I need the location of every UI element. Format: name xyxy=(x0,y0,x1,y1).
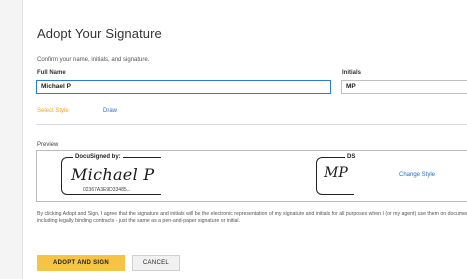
tab-draw[interactable]: Draw xyxy=(103,108,117,114)
full-name-input[interactable]: Michael P xyxy=(36,80,331,94)
signature-id: 02367A3E9D33485... xyxy=(81,187,133,193)
tab-select-style[interactable]: Select Style xyxy=(37,108,69,114)
legal-disclaimer: By clicking Adopt and Sign, I agree that… xyxy=(37,211,467,224)
adopt-signature-dialog: Adopt Your Signature Confirm your name, … xyxy=(22,0,467,279)
signature-image: Michael P xyxy=(71,165,155,184)
dialog-subtitle: Confirm your name, initials, and signatu… xyxy=(37,57,150,63)
change-style-link[interactable]: Change Style xyxy=(399,172,435,178)
dialog-title: Adopt Your Signature xyxy=(37,26,162,41)
signature-preview[interactable]: DocuSigned by: Michael P 02367A3E9D33485… xyxy=(36,150,467,202)
initials-input[interactable]: MP xyxy=(341,80,467,94)
initials-label: Initials xyxy=(342,70,362,76)
tabs-divider xyxy=(36,124,467,125)
preview-label: Preview xyxy=(37,142,59,148)
initials-image: MP xyxy=(324,165,348,181)
initials-header: DS xyxy=(345,154,358,160)
cancel-button[interactable]: CANCEL xyxy=(132,255,180,271)
signature-header: DocuSigned by: xyxy=(73,154,123,160)
adopt-and-sign-button[interactable]: ADOPT AND SIGN xyxy=(37,255,125,271)
full-name-label: Full Name xyxy=(37,70,66,76)
